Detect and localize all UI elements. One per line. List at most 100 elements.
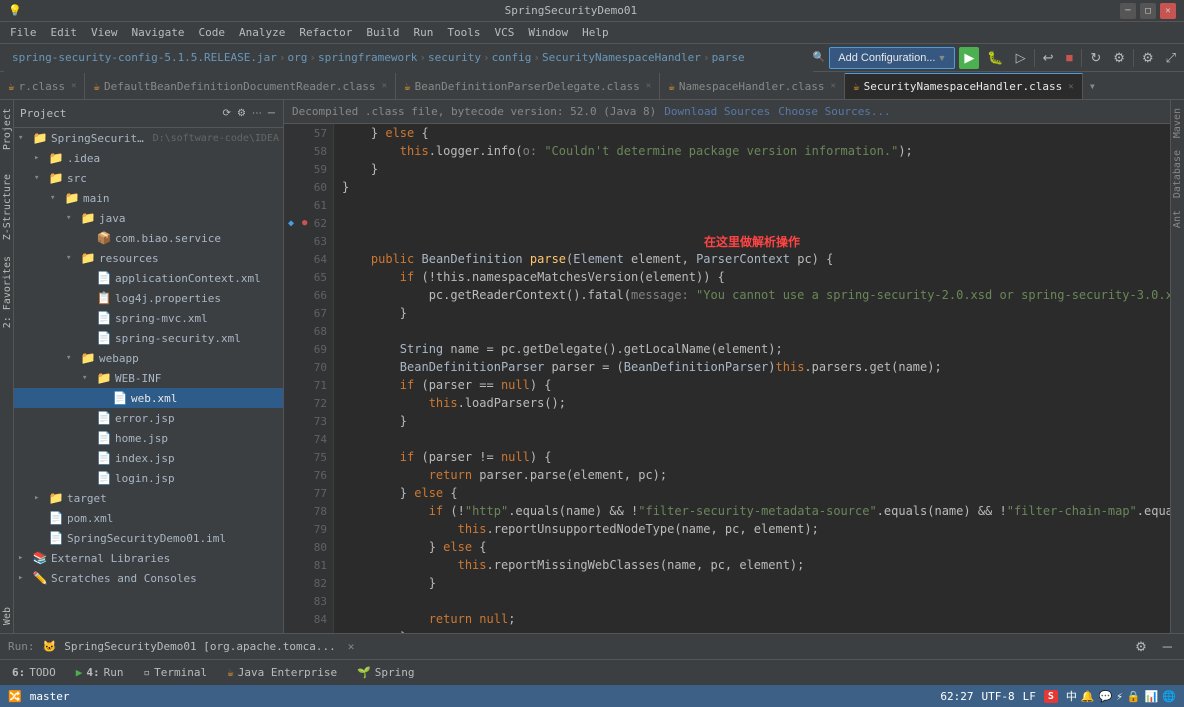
maximize-button[interactable]: □ (1140, 3, 1156, 19)
code-line-62b: public BeanDefinition parse(Element elem… (334, 250, 1170, 268)
expand-button[interactable]: ⤢ (1162, 47, 1180, 69)
tree-item-service[interactable]: 📦 com.biao.service (14, 228, 283, 248)
menu-build[interactable]: Build (360, 24, 405, 41)
menu-vcs[interactable]: VCS (488, 24, 520, 41)
breadcrumb-security[interactable]: security (428, 51, 481, 64)
sidebar-gear-button[interactable]: ⚙ (235, 103, 248, 125)
tree-item-scratches[interactable]: ▸ ✏️ Scratches and Consoles (14, 568, 283, 588)
breadcrumb-parse[interactable]: parse (712, 51, 745, 64)
favorites-side-label[interactable]: 2: Favorites (0, 248, 15, 336)
status-icons: 中 🔔 💬 ⚡ 🔒 📊 🌐 (1066, 688, 1176, 704)
tab-beandefinitionparser[interactable]: ☕ BeanDefinitionParserDelegate.class ✕ (396, 73, 660, 99)
terminal-tab[interactable]: ▫ Terminal (136, 664, 216, 681)
gutter-77: 77 (284, 484, 333, 502)
sdk-button[interactable]: ⚙ (1109, 47, 1129, 69)
run-tab[interactable]: ▶ 4: Run (68, 664, 132, 681)
tab-close-2[interactable]: ✕ (382, 81, 387, 91)
tree-item-webapp[interactable]: ▾ 📁 webapp (14, 348, 283, 368)
stop-button[interactable]: ■ (1062, 47, 1078, 69)
sidebar-sync-button[interactable]: ⟳ (221, 103, 233, 125)
tree-item-extlibs[interactable]: ▸ 📚 External Libraries (14, 548, 283, 568)
zstructure-side-label[interactable]: Z-Structure (0, 166, 15, 248)
tab-close-3[interactable]: ✕ (646, 81, 651, 91)
gutter-68: 68 (284, 322, 333, 340)
tree-item-homejsp[interactable]: 📄 home.jsp (14, 428, 283, 448)
java-enterprise-tab[interactable]: ☕ Java Enterprise (219, 664, 345, 681)
tree-sublabel-project: D:\software-code\IDEA (153, 133, 279, 144)
tree-item-project[interactable]: ▾ 📁 SpringSecurityDemo01 D:\software-cod… (14, 128, 283, 148)
tab-more-button[interactable]: ▾ (1083, 73, 1102, 99)
maven-side-label[interactable]: Maven (1172, 104, 1183, 142)
tree-item-webxml[interactable]: 📄 web.xml (14, 388, 283, 408)
menu-analyze[interactable]: Analyze (233, 24, 291, 41)
tree-item-springsec[interactable]: 📄 spring-security.xml (14, 328, 283, 348)
menu-code[interactable]: Code (192, 24, 231, 41)
todo-tab[interactable]: 6: TODO (4, 664, 64, 681)
menu-help[interactable]: Help (576, 24, 615, 41)
tab-close-4[interactable]: ✕ (831, 81, 836, 91)
sidebar-header: Project ⟳ ⚙ ⋯ ─ (14, 100, 283, 128)
menu-navigate[interactable]: Navigate (126, 24, 191, 41)
web-label[interactable]: Web (0, 599, 15, 633)
tree-item-pom[interactable]: 📄 pom.xml (14, 508, 283, 528)
breadcrumb-springframework[interactable]: springframework (318, 51, 417, 64)
code-line-57: } else { (334, 124, 1170, 142)
tree-item-springmvc[interactable]: 📄 spring-mvc.xml (14, 308, 283, 328)
tree-item-appcontext[interactable]: 📄 applicationContext.xml (14, 268, 283, 288)
tab-close-5[interactable]: ✕ (1068, 82, 1073, 92)
toolbar-divider3 (1133, 49, 1134, 67)
menu-tools[interactable]: Tools (441, 24, 486, 41)
sidebar-minimize-button[interactable]: ─ (266, 103, 277, 125)
add-configuration-button[interactable]: Add Configuration... ▼ (829, 47, 955, 69)
menu-window[interactable]: Window (522, 24, 574, 41)
update-button[interactable]: ↻ (1086, 47, 1105, 69)
breadcrumb-handler[interactable]: SecurityNamespaceHandler (542, 51, 701, 64)
menu-run[interactable]: Run (407, 24, 439, 41)
run-coverage-button[interactable]: ▷ (1012, 47, 1030, 69)
minimize-button[interactable]: ─ (1120, 3, 1136, 19)
menu-file[interactable]: File (4, 24, 43, 41)
tree-item-errorjsp[interactable]: 📄 error.jsp (14, 408, 283, 428)
tree-item-resources[interactable]: ▾ 📁 resources (14, 248, 283, 268)
code-content[interactable]: } else { this.logger.info(o: "Couldn't d… (334, 124, 1170, 633)
tree-item-iml[interactable]: 📄 SpringSecurityDemo01.iml (14, 528, 283, 548)
run-settings-button[interactable]: ⚙ (1131, 636, 1151, 658)
tree-item-loginjsp[interactable]: 📄 login.jsp (14, 468, 283, 488)
tree-item-log4j[interactable]: 📋 log4j.properties (14, 288, 283, 308)
rerun-button[interactable]: ↩ (1039, 47, 1058, 69)
run-minimize-button[interactable]: ─ (1159, 636, 1176, 658)
ant-side-label[interactable]: Ant (1172, 206, 1183, 232)
tree-item-webinf[interactable]: ▾ 📁 WEB-INF (14, 368, 283, 388)
run-button[interactable]: ▶ (959, 47, 979, 69)
tree-item-indexjsp[interactable]: 📄 index.jsp (14, 448, 283, 468)
spring-tab[interactable]: 🌱 Spring (349, 664, 422, 681)
code-line-75: } else { (334, 484, 1170, 502)
tree-item-idea[interactable]: ▸ 📁 .idea (14, 148, 283, 168)
breadcrumb-config[interactable]: config (492, 51, 532, 64)
download-sources-link[interactable]: Download Sources (664, 105, 770, 118)
settings-button[interactable]: ⚙ (1138, 47, 1158, 69)
tree-item-target[interactable]: ▸ 📁 target (14, 488, 283, 508)
database-side-label[interactable]: Database (1172, 146, 1183, 202)
breadcrumb-jar[interactable]: spring-security-config-5.1.5.RELEASE.jar (12, 51, 277, 64)
sidebar-settings-button[interactable]: ⋯ (250, 103, 264, 125)
debug-button[interactable]: 🐛 (983, 47, 1007, 69)
tab-rclass[interactable]: ☕ r.class ✕ (0, 73, 85, 99)
tree-item-main[interactable]: ▾ 📁 main (14, 188, 283, 208)
close-button[interactable]: ✕ (1160, 3, 1176, 19)
run-close-button[interactable]: ✕ (348, 640, 355, 653)
status-icon6: 🌐 (1162, 690, 1176, 703)
project-side-label[interactable]: Project (0, 100, 15, 158)
tab-namespacehandler[interactable]: ☕ NamespaceHandler.class ✕ (660, 73, 845, 99)
tab-securitynamespace[interactable]: ☕ SecurityNamespaceHandler.class ✕ (845, 73, 1083, 99)
web-side-label[interactable]: Web (0, 599, 13, 633)
menu-view[interactable]: View (85, 24, 124, 41)
breadcrumb-org[interactable]: org (288, 51, 308, 64)
tab-close-1[interactable]: ✕ (71, 81, 76, 91)
tree-item-src[interactable]: ▾ 📁 src (14, 168, 283, 188)
tree-item-java[interactable]: ▾ 📁 java (14, 208, 283, 228)
menu-refactor[interactable]: Refactor (293, 24, 358, 41)
menu-edit[interactable]: Edit (45, 24, 84, 41)
tab-defaultbean[interactable]: ☕ DefaultBeanDefinitionDocumentReader.cl… (85, 73, 396, 99)
choose-sources-link[interactable]: Choose Sources... (778, 105, 891, 118)
